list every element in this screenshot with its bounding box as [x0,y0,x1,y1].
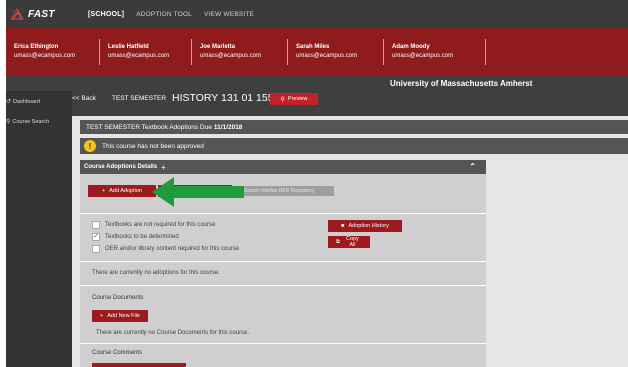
add-adoption-button[interactable]: + Add Adoption [88,185,156,197]
warning-icon: ! [84,140,96,152]
contact-name: Joe Marletta [200,44,236,50]
fast-logo-icon [9,7,25,21]
contact-email[interactable]: umass@ecampus.com [392,52,473,61]
sidebar-item-course-search[interactable]: ⚲ Course Search [6,118,50,126]
copy-icon: ⧉ [336,238,340,245]
requirements-section: Textbooks are not required for this cour… [80,214,486,262]
approval-status: This course has not been approved [102,142,204,150]
oer-search-button[interactable]: Search Intellus OER Repository [238,186,334,196]
plus-icon: + [102,188,106,194]
due-date-value: 11/1/2018 [213,123,243,131]
add-new-file-button[interactable]: + Add New File [92,310,148,322]
sidebar-item-label: Course Search [12,118,50,125]
search-icon: ⚲ [6,119,11,125]
arrow-annotation-icon [152,177,244,207]
checkbox-to-be-determined[interactable]: ✓ Textbooks to be determined [92,233,179,241]
comments-title: Course Comments [92,350,143,356]
university-name: University of Massachusetts Amherst [390,79,533,88]
checkbox-icon [92,221,100,229]
sidebar-item-dashboard[interactable]: ↺ Dashboard [6,98,40,106]
contact-email[interactable]: umass@ecampus.com [108,52,179,61]
contact-email[interactable]: umass@ecampus.com [200,52,275,61]
add-new-file-label: Add New File [107,313,140,319]
documents-title: Course Documents [92,295,144,301]
contact-card: Adam Moody umass@ecampus.com [384,39,486,65]
search-icon: ⚲ [280,96,285,103]
adoption-history-label: Adoption History [348,223,389,229]
dashboard-icon: ↺ [6,99,12,105]
right-panel-empty [486,160,628,367]
contact-name: Sarah Miles [296,44,330,50]
no-adoptions-message: There are currently no adoptions for thi… [92,270,220,276]
contacts-bar: Erica Ethington umass@ecampus.com Leslie… [6,28,628,76]
main-content: TEST SEMESTER Textbook Adoptions Due 11/… [72,116,628,367]
preview-button[interactable]: ⚲ Preview [270,93,318,105]
checkbox-label: Textbooks are not required for this cour… [105,222,216,228]
chevron-up-icon[interactable]: ⌃ [469,162,476,171]
contact-email[interactable]: umass@ecampus.com [296,52,371,61]
card-title: Course Adoptions Details [84,164,158,170]
course-header: University of Massachusetts Amherst << B… [6,76,628,116]
top-nav: FAST [SCHOOL] ADOPTION TOOL VIEW WEBSITE [6,0,628,28]
logo[interactable]: FAST [6,0,88,28]
preview-label: Preview [287,96,308,102]
adoptions-list-section: There are currently no adoptions for thi… [80,262,486,286]
no-documents-message: There are currently no Course Documents … [96,330,250,336]
oer-search-label: Search Intellus OER Repository [244,188,315,194]
due-date-banner: TEST SEMESTER Textbook Adoptions Due 11/… [80,120,628,134]
plus-icon[interactable]: + [161,163,166,172]
adoption-history-button[interactable]: ■ Adoption History [328,220,402,232]
semester-label: TEST SEMESTER [112,95,167,102]
nav-view-website[interactable]: VIEW WEBSITE [204,11,254,18]
contact-name: Leslie Hatfield [108,44,149,50]
contact-card: Sarah Miles umass@ecampus.com [288,39,384,65]
add-comment-button[interactable] [92,363,186,367]
course-comments-section: Course Comments [80,344,486,367]
add-adoption-label: Add Adoption [109,188,142,194]
course-adoptions-card: Course Adoptions Details + ⌃ + Add Adopt… [80,160,486,367]
contact-email[interactable]: umass@ecampus.com [14,52,87,61]
course-title: HISTORY 131 01 15501 [172,92,286,104]
add-adoption-section: + Add Adoption Search Intellus OER Repos… [80,174,486,214]
approval-banner: ! This course has not been approved [80,138,628,154]
card-header: Course Adoptions Details + ⌃ [80,160,486,174]
contact-name: Adam Moody [392,44,430,50]
app-frame: FAST [SCHOOL] ADOPTION TOOL VIEW WEBSITE… [6,0,628,367]
plus-icon: + [100,313,104,319]
logo-text: FAST [28,8,55,20]
back-link[interactable]: << Back [72,95,96,102]
checkbox-label: Textbooks to be determined [105,234,179,240]
checkbox-oer-required[interactable]: OER and/or library content required for … [92,245,239,253]
contact-name: Erica Ethington [14,44,59,50]
history-icon: ■ [341,223,345,229]
course-documents-section: Course Documents + Add New File There ar… [80,286,486,344]
checkbox-icon [92,245,100,253]
contact-card: Leslie Hatfield umass@ecampus.com [100,39,192,65]
copy-all-button[interactable]: ⧉ Copy All [328,236,370,248]
sidebar-item-label: Dashboard [13,98,40,105]
checkmark-icon: ✓ [92,233,100,241]
checkbox-label: OER and/or library content required for … [105,246,240,252]
sidebar: ↺ Dashboard ⚲ Course Search [6,91,72,367]
due-date-text: TEST SEMESTER Textbook Adoptions Due [86,123,212,131]
contact-card: Joe Marletta umass@ecampus.com [192,39,288,65]
copy-all-label: Copy All [346,236,359,248]
nav-school[interactable]: [SCHOOL] [88,11,124,18]
nav-adoption-tool[interactable]: ADOPTION TOOL [136,11,192,18]
checkbox-not-required[interactable]: Textbooks are not required for this cour… [92,221,215,229]
contact-card: Erica Ethington umass@ecampus.com [6,39,100,65]
